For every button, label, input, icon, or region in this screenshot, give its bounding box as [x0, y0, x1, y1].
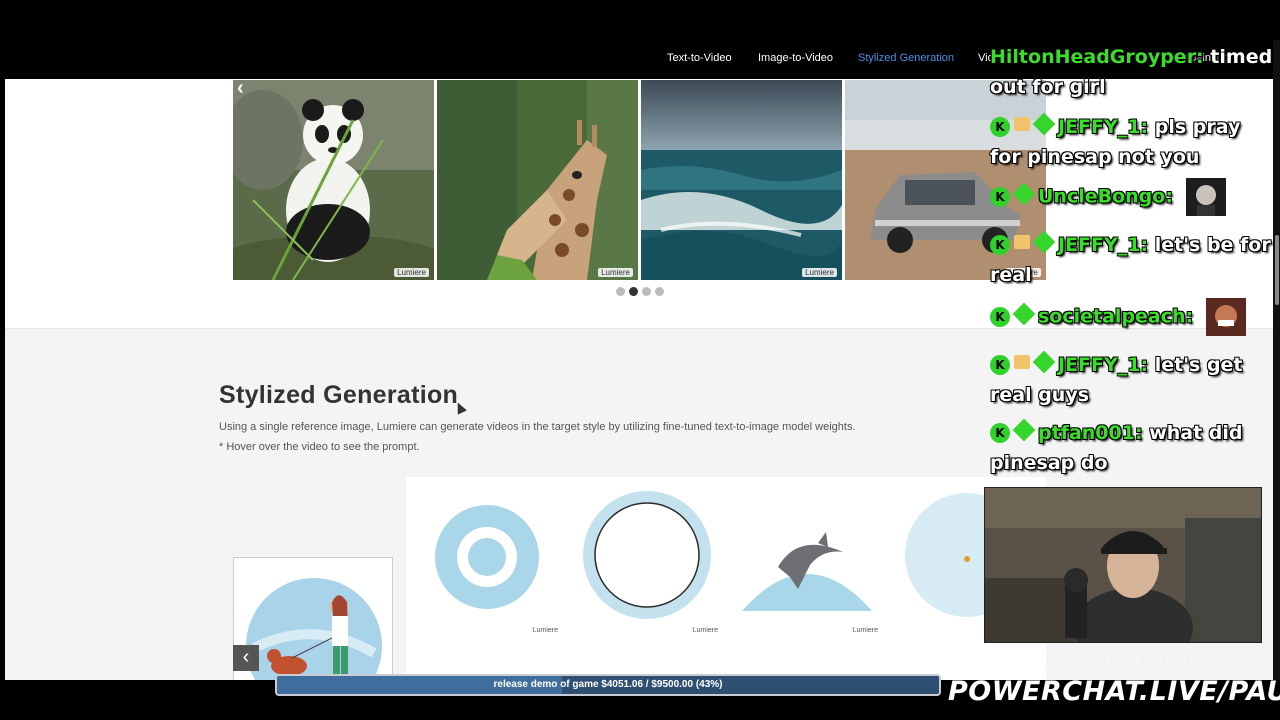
video-tile-ocean[interactable]: Lumiere — [641, 80, 842, 280]
nav-image-to-video[interactable]: Image-to-Video — [758, 52, 833, 64]
section-hint: * Hover over the video to see the prompt… — [219, 441, 420, 453]
scrollbar-thumb[interactable] — [1275, 235, 1279, 305]
dolphin-image — [742, 532, 872, 611]
chat-message: K UncleBongo: — [990, 178, 1275, 216]
kick-badge-icon: K — [990, 355, 1010, 375]
text-to-video-carousel: Lumiere ‹ Lumiere Lumiere Lumiere — [233, 80, 1053, 280]
stylized-prev-button[interactable]: ‹ — [233, 645, 259, 671]
kick-badge-icon: K — [990, 117, 1010, 137]
stream-chat-overlay: HiltonHeadGroyper: timed out for girl K J… — [990, 42, 1275, 482]
kick-badge-icon: K — [990, 306, 1010, 327]
diamond-badge-icon — [1032, 112, 1056, 136]
kick-badge-icon: K — [990, 235, 1010, 255]
donation-goal-text: release demo of game $4051.06 / $9500.00… — [493, 679, 723, 690]
carousel-dot-1[interactable] — [616, 287, 625, 296]
gift-badge-icon — [1014, 355, 1030, 369]
carousel-dot-2[interactable] — [629, 287, 638, 296]
chat-message: K JEFFY_1: pls pray for pinesap not you — [990, 112, 1275, 172]
streamer-webcam-image — [985, 488, 1261, 642]
section-description: Using a single reference image, Lumiere … — [219, 421, 856, 433]
brand-logo-text: POWERCHAT.LIVE/PAULTOWN — [948, 676, 1280, 707]
section-title: Stylized Generation — [219, 381, 459, 409]
circle-image — [583, 491, 711, 619]
carousel-dot-3[interactable] — [642, 287, 651, 296]
diamond-badge-icon — [1032, 350, 1056, 374]
chat-message: K JEFFY_1: let's be for real — [990, 230, 1275, 290]
chat-message: Ksocietalpeach: — [990, 298, 1275, 336]
kick-badge-icon: K — [990, 186, 1010, 207]
chat-username: JEFFY_1: — [1058, 234, 1149, 256]
social-url-watermark: om/realpaultown — [1020, 646, 1223, 674]
lumiere-watermark: Lumiere — [692, 627, 718, 634]
generated-video-circle[interactable]: Lumiere — [568, 477, 726, 637]
carousel-dot-4[interactable] — [655, 287, 664, 296]
nav-stylized-generation[interactable]: Stylized Generation — [858, 52, 954, 64]
lumiere-watermark: Lumiere — [852, 627, 878, 634]
kick-badge-icon: K — [990, 423, 1010, 443]
lumiere-watermark: Lumiere — [394, 268, 429, 277]
panda-image — [233, 80, 434, 280]
chat-username: ptfan001: — [1038, 422, 1143, 444]
giraffe-image — [437, 80, 638, 280]
diamond-badge-icon — [1012, 418, 1036, 442]
video-tile-giraffe[interactable]: Lumiere — [437, 80, 638, 280]
gift-badge-icon — [1014, 235, 1030, 249]
generated-video-dolphin[interactable]: Lumiere — [728, 477, 886, 637]
lumiere-watermark: Lumiere — [532, 627, 558, 634]
diamond-badge-icon — [1012, 182, 1036, 205]
chat-message: Kptfan001: what did pinesap do — [990, 418, 1275, 478]
gift-badge-icon — [1014, 117, 1030, 131]
chat-username: HiltonHeadGroyper: — [990, 46, 1204, 68]
generated-video-ring[interactable]: Lumiere — [408, 477, 566, 637]
video-tile-panda[interactable]: Lumiere ‹ — [233, 80, 434, 280]
ocean-image — [641, 80, 842, 280]
chat-username: UncleBongo: — [1038, 185, 1173, 208]
diamond-badge-icon — [1032, 230, 1056, 254]
chat-message: HiltonHeadGroyper: timed out for girl — [990, 42, 1275, 102]
ring-image — [435, 505, 539, 609]
chat-username: JEFFY_1: — [1058, 354, 1149, 376]
lumiere-watermark: Lumiere — [802, 268, 837, 277]
diamond-badge-icon — [1012, 302, 1036, 325]
chat-message: K JEFFY_1: let's get real guys — [990, 350, 1275, 410]
lumiere-watermark: Lumiere — [598, 268, 633, 277]
chat-username: JEFFY_1: — [1058, 116, 1149, 138]
webcam-feed — [984, 487, 1262, 643]
nav-text-to-video[interactable]: Text-to-Video — [667, 52, 732, 64]
chat-username: societalpeach: — [1038, 305, 1194, 328]
emote-icon — [1205, 298, 1246, 336]
carousel-prev-icon[interactable]: ‹ — [237, 80, 255, 98]
generated-videos-strip: Lumiere Lumiere Lumiere — [406, 477, 1046, 680]
emote-icon — [1185, 178, 1226, 216]
donation-goal-bar: release demo of game $4051.06 / $9500.00… — [275, 674, 941, 696]
